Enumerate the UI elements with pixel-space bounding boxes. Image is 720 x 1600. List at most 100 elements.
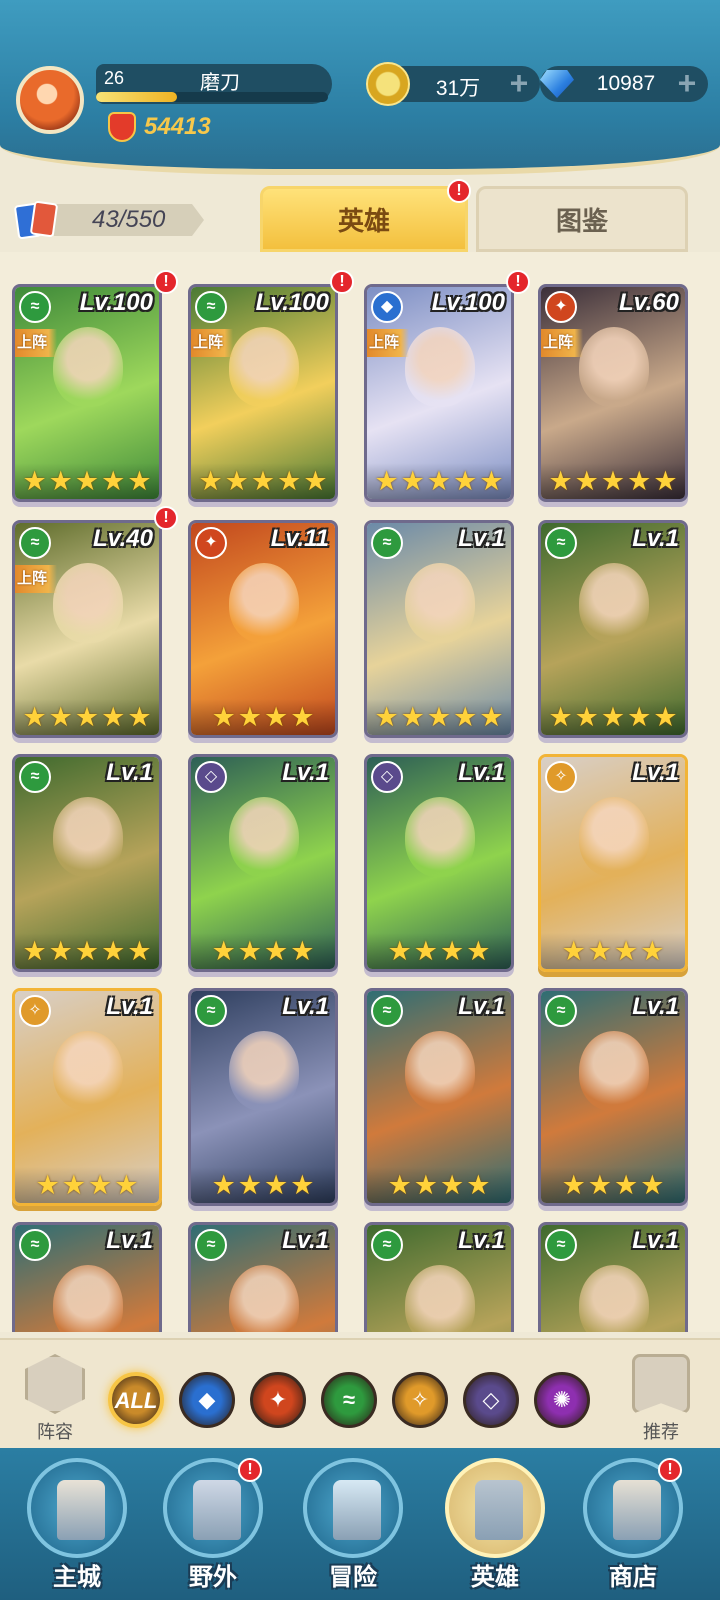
star-icon: ★ — [101, 466, 126, 496]
all-filter-icon[interactable]: ALL — [108, 1372, 164, 1428]
star-icon: ★ — [387, 936, 412, 966]
deployed-tag: 上阵 — [15, 565, 57, 593]
hero-card[interactable]: ≈ Lv.100 上阵 ★ ★ ★ ★ ★ — [12, 284, 162, 502]
nature-element-icon: ≈ — [19, 527, 51, 559]
hero-card[interactable]: ≈Lv.1★★★★ — [12, 1222, 162, 1332]
hero-face — [229, 563, 299, 643]
star-icon: ★ — [387, 1170, 412, 1200]
hero-face — [579, 797, 649, 877]
dark-element-icon[interactable]: ◇ — [463, 1372, 519, 1428]
fire-element-icon[interactable]: ✦ — [250, 1372, 306, 1428]
hero-card[interactable]: ≈Lv.1★★★★★ — [538, 1222, 688, 1332]
nav-portal[interactable]: 野外! — [158, 1458, 268, 1598]
star-icon: ★ — [548, 466, 573, 496]
nature-element-icon: ≈ — [545, 995, 577, 1027]
hero-level: Lv.1 — [632, 759, 679, 786]
lineup-button[interactable]: 阵容 — [22, 1354, 88, 1444]
recommend-button[interactable]: 推荐 — [628, 1354, 694, 1444]
hero-star-rating: ★ ★ ★ ★ — [541, 1167, 685, 1203]
player-avatar[interactable] — [16, 66, 84, 134]
star-icon: ★ — [466, 1170, 491, 1200]
star-icon: ★ — [574, 466, 599, 496]
hero-star-rating: ★ ★ ★ ★ — [191, 699, 335, 735]
star-icon: ★ — [413, 936, 438, 966]
hero-card[interactable]: ≈ Lv.100 上阵 ★ ★ ★ ★ ★ — [188, 284, 338, 502]
nav-label: 英雄 — [471, 1564, 519, 1591]
nature-element-icon: ≈ — [19, 761, 51, 793]
star-icon: ★ — [561, 936, 586, 966]
hero-star-rating: ★ ★ ★ ★ ★ — [15, 933, 159, 969]
hero-face — [229, 1031, 299, 1111]
hero-card[interactable]: ≈Lv.1★★★★★ — [364, 520, 514, 738]
hero-card[interactable]: ✧ Lv.1 ★ ★ ★ ★ — [12, 988, 162, 1206]
nav-shop[interactable]: 商店! — [578, 1458, 688, 1598]
hero-card[interactable]: ✦ Lv.60 上阵 ★ ★ ★ ★ ★ — [538, 284, 688, 502]
shield-icon — [108, 112, 136, 142]
hero-face — [579, 327, 649, 407]
nav-castle[interactable]: 主城 — [22, 1458, 132, 1598]
dark-element-icon: ◇ — [371, 761, 403, 793]
star-icon: ★ — [48, 702, 73, 732]
hero-face — [53, 327, 123, 407]
nature-element-icon: ≈ — [195, 1229, 227, 1261]
nav-sword[interactable]: 冒险 — [298, 1458, 408, 1598]
star-icon: ★ — [600, 466, 626, 496]
hero-card[interactable]: ≈Lv.1★★★★ — [188, 988, 338, 1206]
star-icon: ★ — [74, 466, 100, 496]
star-icon: ★ — [574, 702, 599, 732]
hero-card[interactable]: ≈ Lv.1 ★★★★ — [538, 988, 688, 1206]
star-icon: ★ — [479, 466, 504, 496]
star-icon: ★ — [48, 936, 73, 966]
hero-card[interactable]: ◇ Lv.1 ★ ★ ★ ★ — [364, 754, 514, 972]
star-icon: ★ — [400, 466, 425, 496]
star-icon: ★ — [426, 702, 452, 732]
element-filter-bar: 阵容 推荐 ALL ◆ ✦ ≈ ✧ ◇ ✺ — [0, 1338, 720, 1448]
hero-card[interactable]: ≈Lv.1★★★★★ — [364, 1222, 514, 1332]
water-element-icon[interactable]: ◆ — [179, 1372, 235, 1428]
star-icon: ★ — [250, 466, 276, 496]
hero-grid[interactable]: ≈ Lv.100 上阵 ★ ★ ★ ★ ★! ≈ Lv.100 上阵 ★ ★ ★ ★ ★! ◆ Lv.100 上阵 ★… — [0, 252, 720, 1332]
star-icon: ★ — [35, 1170, 60, 1200]
star-icon: ★ — [198, 466, 223, 496]
tab-codex[interactable]: 图鉴 — [476, 186, 688, 252]
hero-level: Lv.1 — [458, 1227, 505, 1254]
add-gem-plus-icon[interactable]: + — [672, 67, 702, 99]
hero-level: Lv.40 — [92, 525, 153, 552]
nature-element-icon: ≈ — [371, 1229, 403, 1261]
nature-element-icon[interactable]: ≈ — [321, 1372, 377, 1428]
add-gold-plus-icon[interactable]: + — [504, 67, 534, 99]
star-icon: ★ — [224, 466, 249, 496]
hero-card[interactable]: ✦ Lv.11 ★ ★ ★ ★ — [188, 520, 338, 738]
light-element-icon[interactable]: ✧ — [392, 1372, 448, 1428]
hero-card[interactable]: ≈Lv.1★★★★ — [188, 1222, 338, 1332]
star-icon: ★ — [290, 936, 315, 966]
castle-icon — [57, 1480, 105, 1540]
tab-heroes[interactable]: 英雄 ! — [260, 179, 471, 252]
star-icon: ★ — [264, 1170, 289, 1200]
hero-level: Lv.1 — [632, 993, 679, 1020]
tab-codex-label: 图鉴 — [555, 205, 608, 236]
hero-card[interactable]: ≈Lv.1★★★★★ — [538, 520, 688, 738]
lineup-label: 阵容 — [37, 1422, 73, 1442]
hero-card[interactable]: ≈Lv.1★★★★ — [364, 988, 514, 1206]
nav-knight-helmet[interactable]: 英雄 — [440, 1458, 550, 1598]
hero-card[interactable]: ◇ Lv.1 ★ ★ ★ ★ — [188, 754, 338, 972]
hero-face — [53, 797, 123, 877]
star-icon: ★ — [211, 936, 236, 966]
shadow-element-icon[interactable]: ✺ — [534, 1372, 590, 1428]
star-icon: ★ — [548, 702, 573, 732]
gem-value: 10987 — [596, 72, 656, 95]
dark-element-icon: ◇ — [195, 761, 227, 793]
nature-element-icon: ≈ — [195, 291, 227, 323]
deployed-tag: 上阵 — [541, 329, 583, 357]
lineup-shield-icon — [25, 1354, 85, 1414]
star-icon: ★ — [127, 702, 152, 732]
player-level: 26 — [104, 68, 125, 88]
hero-level: Lv.100 — [79, 289, 153, 316]
hero-card[interactable]: ≈ Lv.40 上阵 ★ ★ ★ ★ ★ — [12, 520, 162, 738]
hero-card[interactable]: ≈Lv.1★★★★★ — [12, 754, 162, 972]
hero-alert-badge: ! — [506, 270, 530, 294]
star-icon: ★ — [74, 936, 100, 966]
hero-card[interactable]: ✧ Lv.1 ★ ★ ★ ★ — [538, 754, 688, 972]
hero-card[interactable]: ◆ Lv.100 上阵 ★ ★ ★ ★ ★ — [364, 284, 514, 502]
